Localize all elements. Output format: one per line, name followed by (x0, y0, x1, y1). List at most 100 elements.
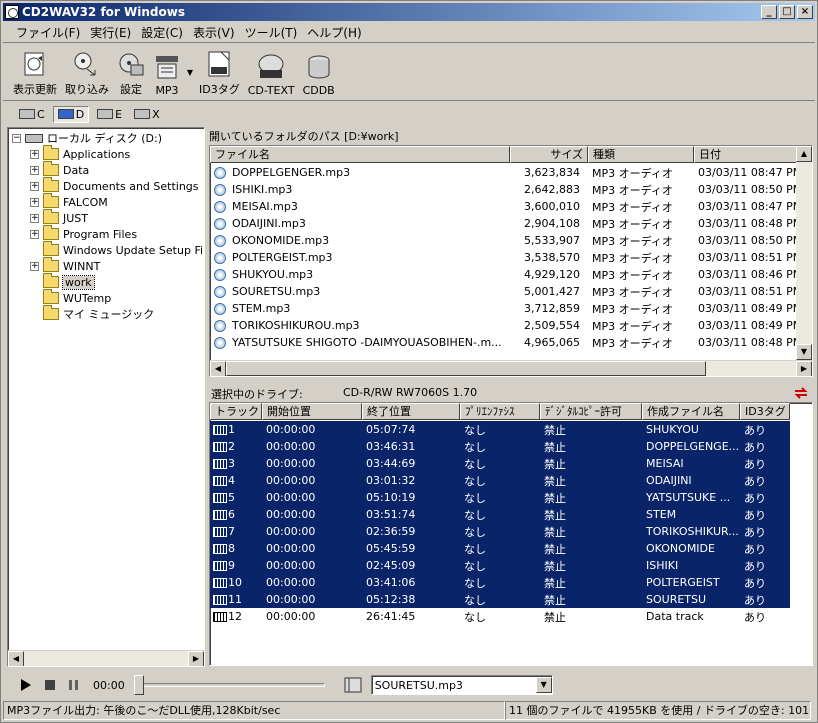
track-row[interactable]: 10 00:00:00 03:41:06 なし 禁止 POLTERGEIST あり (210, 574, 790, 591)
track-start: 00:00:00 (266, 559, 316, 572)
close-button[interactable]: × (797, 5, 813, 19)
expand-icon[interactable]: + (30, 213, 39, 223)
chevron-down-icon[interactable]: ▼ (535, 677, 552, 693)
file-row[interactable]: SOURETSU.mp3 5,001,427 MP3 オーディオ 03/03/11 0… (210, 283, 804, 300)
tree-item-work[interactable]: work (43, 273, 95, 290)
file-list-vertical-scrollbar[interactable]: ▲ ▼ (796, 146, 812, 360)
settings-button[interactable]: 設定 (113, 45, 149, 99)
scroll-thumb[interactable] (226, 361, 706, 376)
drive-x-button[interactable]: X (130, 107, 164, 122)
track-id3: あり (744, 610, 766, 624)
scroll-track[interactable] (796, 162, 812, 344)
expand-icon[interactable]: + (30, 261, 39, 271)
scroll-up-icon[interactable]: ▲ (796, 146, 812, 162)
collapse-icon[interactable]: − (12, 133, 21, 143)
tree-item-documents[interactable]: + Documents and Settings (30, 177, 199, 194)
menu-run[interactable]: 実行(E) (85, 24, 136, 41)
expand-icon[interactable]: + (30, 197, 39, 207)
column-header-type[interactable]: 種類 (588, 146, 694, 163)
column-header-output-file[interactable]: 作成ファイル名 (642, 403, 740, 420)
file-row[interactable]: ISHIKI.mp3 2,642,883 MP3 オーディオ 03/03/11 08:… (210, 181, 804, 198)
file-row[interactable]: MEISAI.mp3 3,600,010 MP3 オーディオ 03/03/11 08:… (210, 198, 804, 215)
play-button[interactable] (17, 676, 35, 694)
track-row[interactable]: 4 00:00:00 03:01:32 なし 禁止 ODAIJINI あり (210, 472, 790, 489)
file-list-horizontal-scrollbar[interactable]: ◀ ▶ (210, 360, 812, 376)
tree-item-applications[interactable]: + Applications (30, 145, 130, 162)
tree-item-windows-update[interactable]: Windows Update Setup Files (43, 241, 204, 258)
file-row[interactable]: SHUKYOU.mp3 4,929,120 MP3 オーディオ 03/03/11 08… (210, 266, 804, 283)
refresh-button[interactable]: 表示更新 (9, 45, 61, 99)
column-header-filename[interactable]: ファイル名 (210, 146, 510, 163)
track-row[interactable]: 7 00:00:00 02:36:59 なし 禁止 TORIKOSHIKUR... あり (210, 523, 790, 540)
column-header-start[interactable]: 開始位置 (262, 403, 362, 420)
expand-icon[interactable]: + (30, 149, 39, 159)
scroll-right-icon[interactable]: ▶ (188, 651, 204, 666)
cddb-button[interactable]: CDDB (299, 45, 339, 99)
track-preemphasis: なし (464, 440, 486, 454)
menu-settings[interactable]: 設定(C) (136, 24, 188, 41)
cd-text-button[interactable]: CD-TEXT (244, 45, 299, 99)
menu-help[interactable]: ヘルプ(H) (302, 24, 366, 41)
menu-view[interactable]: 表示(V) (188, 24, 240, 41)
file-row[interactable]: YATSUTSUKE SHIGOTO -DAIMYOUASOBIHEN-.m..… (210, 334, 804, 351)
file-row[interactable]: POLTERGEIST.mp3 3,538,570 MP3 オーディオ 03/03/1… (210, 249, 804, 266)
scroll-track[interactable] (24, 651, 188, 666)
expand-icon[interactable]: + (30, 181, 39, 191)
column-header-preemphasis[interactable]: ﾌﾟﾘｴﾝﾌｧｼｽ (460, 403, 540, 420)
tree-item-falcom[interactable]: + FALCOM (30, 193, 108, 210)
drive-e-button[interactable]: E (93, 107, 126, 122)
track-row[interactable]: 12 00:00:00 26:41:45 なし 禁止 Data track あり (210, 608, 790, 625)
mp3-dropdown-arrow[interactable]: ▼ (185, 45, 195, 99)
minimize-button[interactable]: _ (761, 5, 777, 19)
file-row[interactable]: DOPPELGENGER.mp3 3,623,834 MP3 オーディオ 03/03/… (210, 164, 804, 181)
scroll-left-icon[interactable]: ◀ (210, 361, 226, 376)
id3-tag-button[interactable]: ID3タグ (195, 45, 244, 99)
track-row[interactable]: 2 00:00:00 03:46:31 なし 禁止 DOPPELGENGE... あり (210, 438, 790, 455)
tree-item-wutemp[interactable]: WUTemp (43, 289, 111, 306)
scroll-track[interactable] (706, 361, 796, 376)
column-header-track[interactable]: トラック (210, 403, 262, 420)
seek-slider-thumb[interactable] (133, 675, 144, 695)
mp3-button[interactable]: MP3 (149, 45, 185, 99)
column-header-size[interactable]: サイズ (510, 146, 588, 163)
playback-file-select[interactable]: SOURETSU.mp3 ▼ (370, 675, 553, 695)
scroll-down-icon[interactable]: ▼ (796, 344, 812, 360)
track-row[interactable]: 5 00:00:00 05:10:19 なし 禁止 YATSUTSUKE ... あり (210, 489, 790, 506)
track-row[interactable]: 3 00:00:00 03:44:69 なし 禁止 MEISAI あり (210, 455, 790, 472)
track-row[interactable]: 6 00:00:00 03:51:74 なし 禁止 STEM あり (210, 506, 790, 523)
menu-tools[interactable]: ツール(T) (240, 24, 303, 41)
seek-slider[interactable] (133, 675, 325, 695)
stop-button[interactable] (41, 676, 59, 694)
tree-item-my-music[interactable]: マイ ミュージック (43, 305, 154, 322)
tree-horizontal-scrollbar[interactable]: ◀ ▶ (8, 650, 204, 666)
scroll-right-icon[interactable]: ▶ (796, 361, 812, 376)
track-number-cell: 9 (210, 559, 262, 572)
pause-button[interactable] (65, 676, 83, 694)
menu-file[interactable]: ファイル(F) (11, 24, 85, 41)
track-row[interactable]: 9 00:00:00 02:45:09 なし 禁止 ISHIKI あり (210, 557, 790, 574)
maximize-button[interactable]: □ (779, 5, 795, 19)
scroll-left-icon[interactable]: ◀ (8, 651, 24, 666)
track-row[interactable]: 11 00:00:00 05:12:38 なし 禁止 SOURETSU あり (210, 591, 790, 608)
column-header-digital-copy[interactable]: ﾃﾞｼﾞﾀﾙｺﾋﾟｰ許可 (540, 403, 642, 420)
file-row[interactable]: STEM.mp3 3,712,859 MP3 オーディオ 03/03/11 08:49… (210, 300, 804, 317)
track-row[interactable]: 8 00:00:00 05:45:59 なし 禁止 OKONOMIDE あり (210, 540, 790, 557)
column-header-date[interactable]: 日付 (694, 146, 798, 163)
tree-root-row[interactable]: − ローカル ディスク (D:) (12, 130, 162, 146)
tree-item-data[interactable]: + Data (30, 161, 89, 178)
swap-drive-icon[interactable] (793, 385, 809, 401)
file-row[interactable]: OKONOMIDE.mp3 5,533,907 MP3 オーディオ 03/03/11 … (210, 232, 804, 249)
file-row[interactable]: ODAIJINI.mp3 2,904,108 MP3 オーディオ 03/03/11 0… (210, 215, 804, 232)
drive-c-button[interactable]: C (15, 107, 49, 122)
tree-item-just[interactable]: + JUST (30, 209, 88, 226)
tree-item-program-files[interactable]: + Program Files (30, 225, 137, 242)
column-header-end[interactable]: 終了位置 (362, 403, 460, 420)
expand-icon[interactable]: + (30, 229, 39, 239)
tree-item-winnt[interactable]: + WINNT (30, 257, 100, 274)
track-row[interactable]: 1 00:00:00 05:07:74 なし 禁止 SHUKYOU あり (210, 421, 790, 438)
column-header-id3[interactable]: ID3タグ (740, 403, 790, 420)
file-row[interactable]: TORIKOSHIKUROU.mp3 2,509,554 MP3 オーディオ 03/0… (210, 317, 804, 334)
expand-icon[interactable]: + (30, 165, 39, 175)
rip-button[interactable]: 取り込み (61, 45, 113, 99)
drive-d-button[interactable]: D (52, 105, 90, 123)
